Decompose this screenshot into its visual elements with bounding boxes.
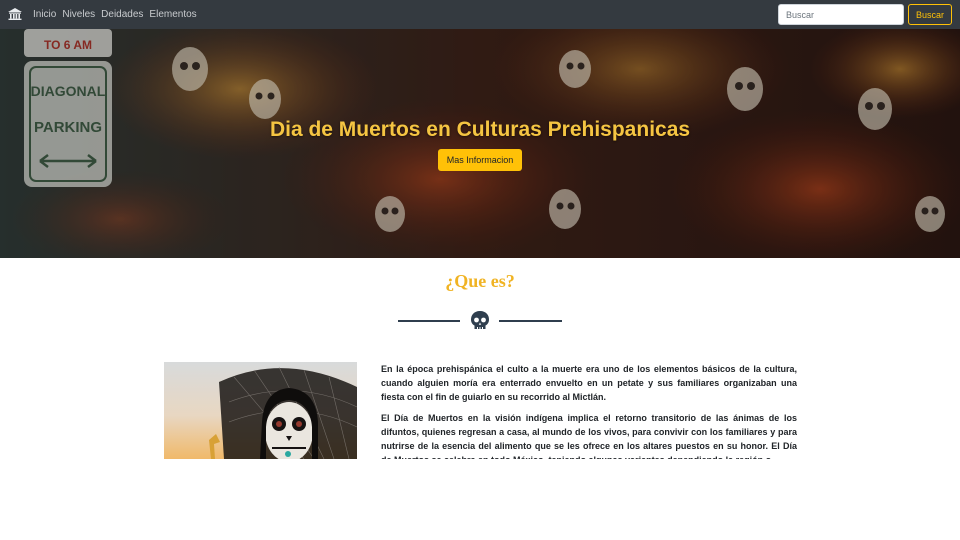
divider-left (398, 320, 460, 322)
skull-icon (471, 311, 489, 329)
catrina-photo (164, 362, 357, 459)
nav-links: Inicio Niveles Deidades Elementos (33, 0, 203, 29)
paragraph-1: En la época prehispánica el culto a la m… (381, 364, 797, 402)
search-input[interactable] (778, 4, 904, 25)
section-title: ¿Que es? (445, 271, 515, 291)
hero-title: Dia de Muertos en Culturas Prehispanicas (269, 118, 691, 141)
content-text: En la época prehispánica el culto a la m… (381, 362, 797, 459)
more-info-button[interactable]: Mas Informacion (438, 149, 522, 171)
hero-banner: TO 6 AM DIAGONAL PARKING Dia de Muertos … (0, 29, 960, 258)
nav-link-elementos[interactable]: Elementos (149, 9, 196, 20)
paragraph-2: El Día de Muertos en la visión indígena … (381, 413, 797, 459)
divider-right (499, 320, 562, 322)
hero-overlay (0, 29, 960, 258)
nav-link-inicio[interactable]: Inicio (33, 9, 56, 20)
navbar: Inicio Niveles Deidades Elementos Buscar (0, 0, 960, 29)
nav-link-niveles[interactable]: Niveles (62, 9, 95, 20)
nav-link-deidades[interactable]: Deidades (101, 9, 143, 20)
search-button[interactable]: Buscar (908, 4, 952, 25)
temple-icon[interactable] (8, 8, 22, 20)
